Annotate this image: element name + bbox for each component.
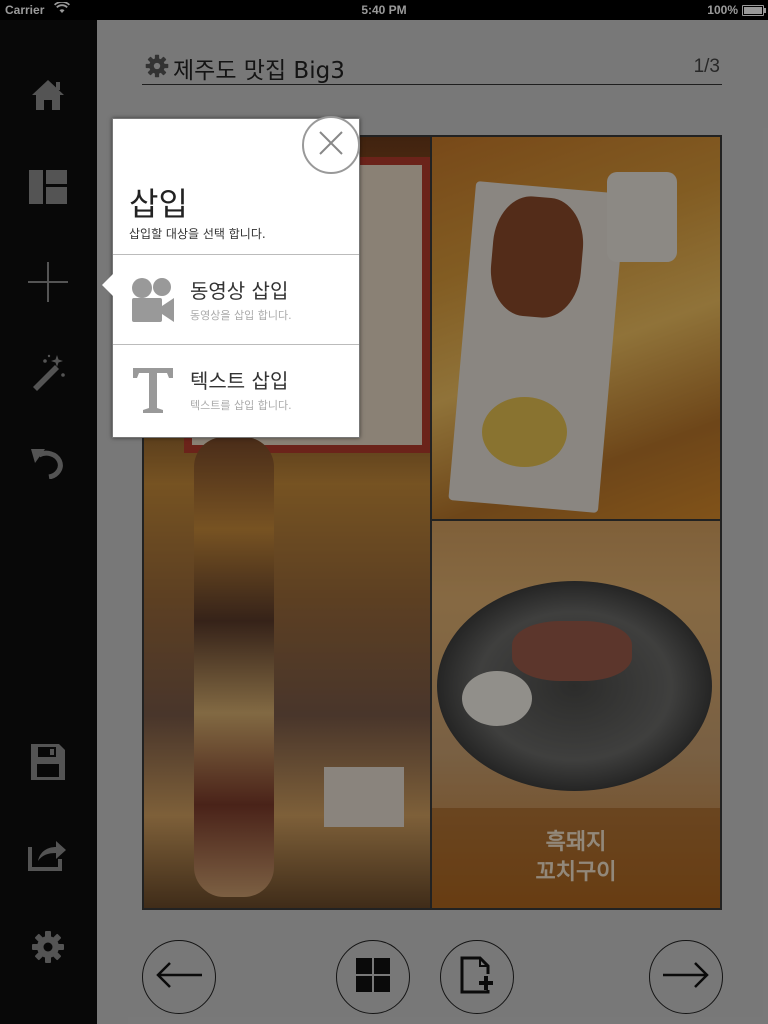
effects-button[interactable] — [24, 350, 72, 398]
video-camera-icon — [129, 273, 177, 327]
home-button[interactable] — [24, 73, 72, 121]
insert-text-option[interactable]: 텍스트 삽입 텍스트를 삽입 합니다. — [113, 344, 359, 435]
share-icon — [28, 837, 68, 875]
close-icon — [318, 130, 344, 160]
page-overview-button[interactable] — [336, 940, 410, 1014]
add-page-icon — [460, 956, 494, 998]
battery-percent: 100% — [707, 3, 738, 17]
undo-button[interactable] — [24, 440, 72, 488]
next-page-button[interactable] — [649, 940, 723, 1014]
status-bar: Carrier 5:40 PM 100% — [0, 0, 768, 20]
undo-icon — [29, 445, 67, 483]
photo-caption[interactable]: 흑돼지 꼬치구이 — [432, 808, 720, 908]
share-button[interactable] — [24, 832, 72, 880]
arrow-left-icon — [154, 960, 204, 994]
home-icon — [30, 78, 66, 116]
photo-grill[interactable]: 흑돼지 꼬치구이 — [432, 521, 720, 908]
add-page-button[interactable] — [440, 940, 514, 1014]
gear-icon — [31, 930, 65, 968]
photo-grilled-pork[interactable] — [432, 137, 720, 519]
clock: 5:40 PM — [361, 3, 407, 17]
caption-line-1: 흑돼지 — [545, 830, 607, 855]
insert-video-description: 동영상을 삽입 합니다. — [190, 309, 292, 322]
battery-icon — [742, 5, 766, 16]
insert-button[interactable] — [24, 260, 72, 308]
insert-text-description: 텍스트를 삽입 합니다. — [190, 399, 292, 412]
insert-video-option[interactable]: 동영상 삽입 동영상을 삽입 합니다. — [113, 254, 359, 345]
page-header: 제주도 맛집 Big3 1/3 — [142, 50, 722, 85]
popover-title: 삽입 — [129, 185, 188, 223]
close-popover-button[interactable] — [302, 116, 360, 174]
popover-arrow — [102, 274, 113, 296]
plus-icon — [28, 262, 68, 306]
gear-icon[interactable] — [145, 54, 169, 82]
grid-icon — [356, 958, 390, 996]
save-icon — [31, 744, 65, 784]
previous-page-button[interactable] — [142, 940, 216, 1014]
magic-wand-icon — [29, 353, 67, 395]
page-title[interactable]: 제주도 맛집 Big3 — [173, 51, 345, 85]
arrow-right-icon — [661, 960, 711, 994]
layout-button[interactable] — [24, 165, 72, 213]
page-number: 1/3 — [693, 56, 720, 77]
sidebar — [0, 20, 97, 1024]
popover-subtitle: 삽입할 대상을 선택 합니다. — [129, 227, 266, 241]
insert-text-label: 텍스트 삽입 — [190, 369, 289, 393]
caption-line-2: 꼬치구이 — [535, 860, 617, 885]
insert-video-label: 동영상 삽입 — [190, 279, 289, 303]
settings-button[interactable] — [24, 925, 72, 973]
text-icon — [129, 363, 177, 417]
save-button[interactable] — [24, 740, 72, 788]
layout-icon — [29, 170, 67, 208]
